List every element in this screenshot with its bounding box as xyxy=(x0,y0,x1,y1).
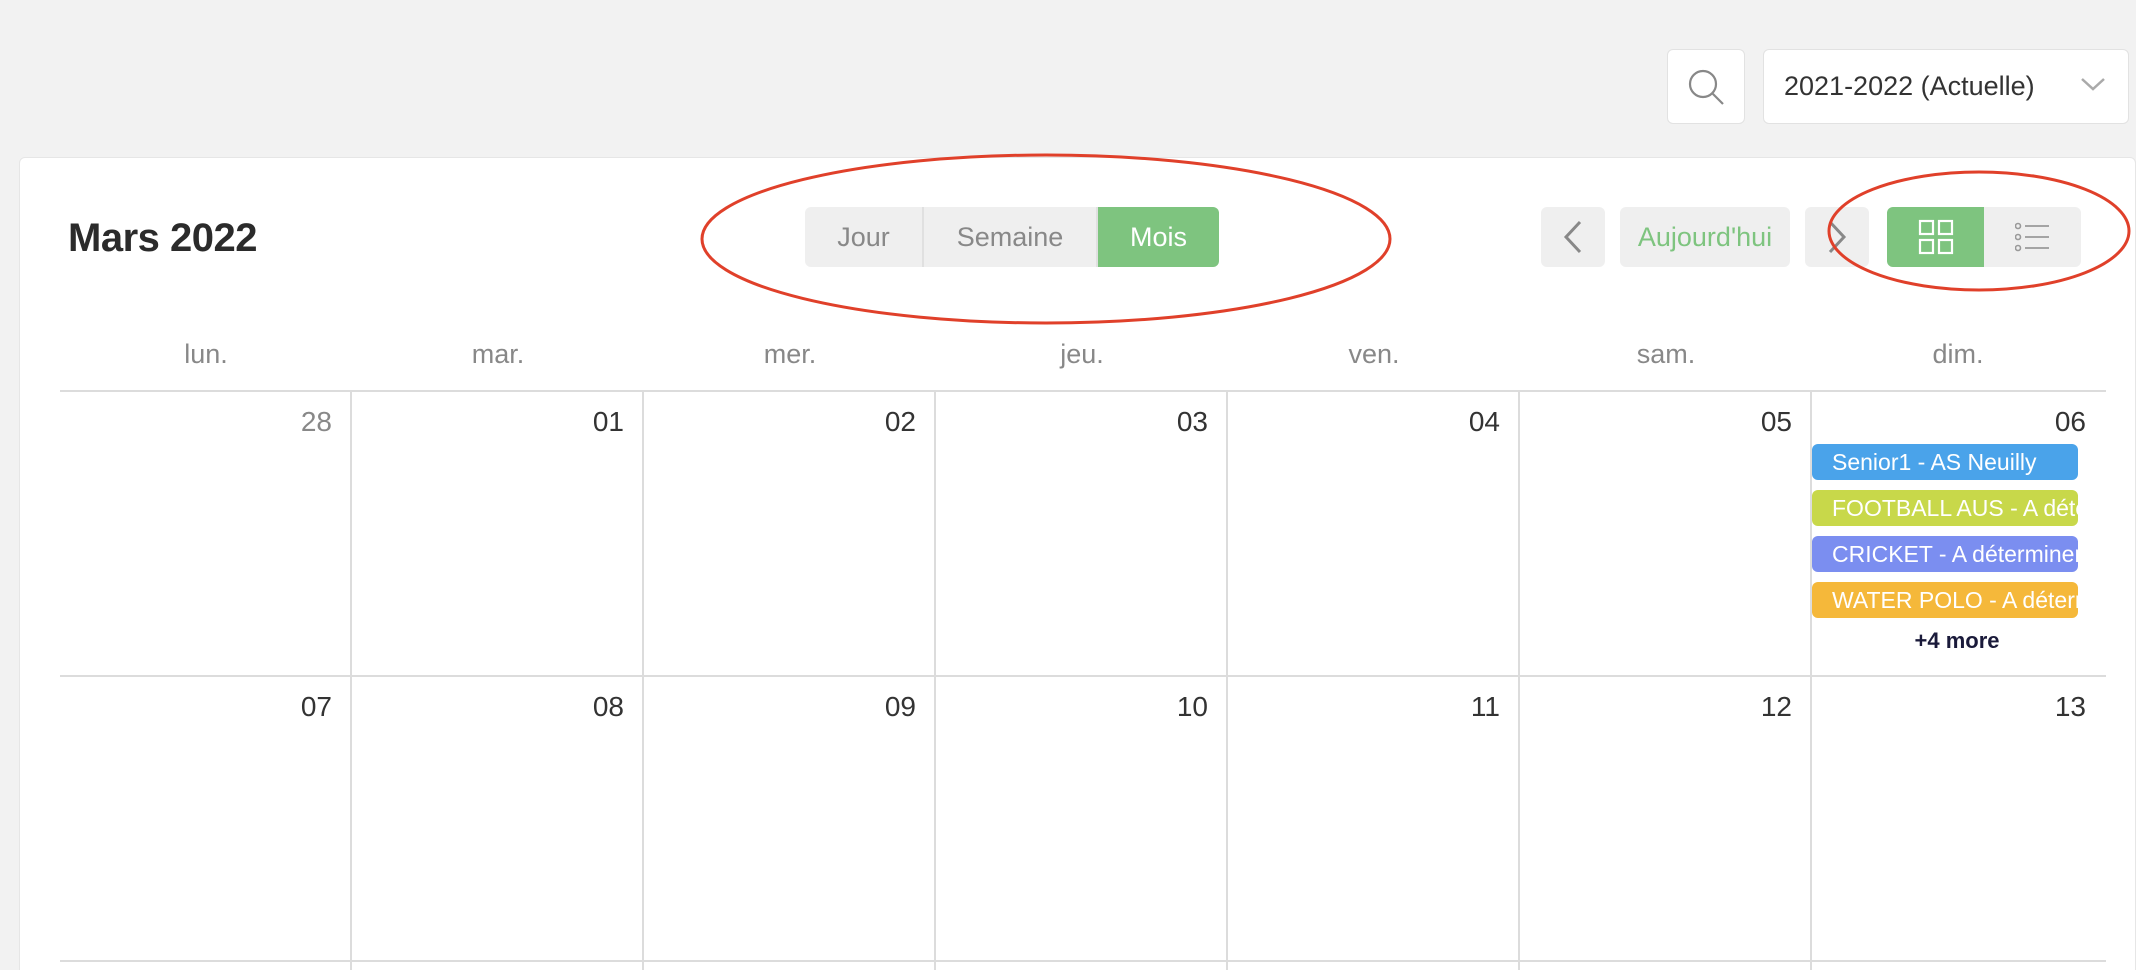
list-view-button[interactable] xyxy=(1984,207,2081,267)
day-number: 06 xyxy=(2054,406,2086,437)
month-grid: lun. mar. mer. jeu. ven. sam. dim. 28 01… xyxy=(60,318,2106,970)
day-number: 10 xyxy=(1176,691,1208,722)
day-cell[interactable]: 04 xyxy=(1228,392,1520,675)
search-icon xyxy=(1688,69,1724,105)
list-icon xyxy=(2014,222,2049,252)
day-cell[interactable] xyxy=(936,962,1228,970)
day-number: 03 xyxy=(1176,406,1208,437)
day-cell[interactable]: 07 xyxy=(60,677,352,960)
day-number: 11 xyxy=(1470,691,1500,722)
calendar-card: Mars 2022 Jour Semaine Mois Aujourd'hui xyxy=(19,153,2136,970)
event-item[interactable]: CRICKET - A déterminer xyxy=(1812,536,2078,572)
day-cell[interactable]: 08 xyxy=(352,677,644,960)
day-cell[interactable]: 11 xyxy=(1228,677,1520,960)
chevron-down-icon xyxy=(2081,78,2105,91)
day-cell[interactable]: 28 xyxy=(60,392,352,675)
week-row xyxy=(60,960,2106,970)
day-cell[interactable] xyxy=(1520,962,1812,970)
week-row: 07 08 09 10 11 12 13 xyxy=(60,675,2106,960)
calendar-title: Mars 2022 xyxy=(68,216,257,260)
day-number: 12 xyxy=(1760,691,1792,722)
day-number: 28 xyxy=(300,406,332,437)
day-number: 07 xyxy=(300,691,332,722)
day-number: 09 xyxy=(884,691,916,722)
grid-icon xyxy=(1918,219,1953,255)
day-cell[interactable]: 09 xyxy=(644,677,936,960)
day-cell[interactable] xyxy=(352,962,644,970)
week-row: 28 01 02 03 04 05 06 Senior1 - AS Neuill… xyxy=(60,390,2106,675)
view-day-button[interactable]: Jour xyxy=(805,207,922,267)
weekday-label: sam. xyxy=(1636,338,1696,369)
weekday-label: lun. xyxy=(184,338,228,369)
day-number: 08 xyxy=(592,691,624,722)
view-week-button[interactable]: Semaine xyxy=(922,207,1096,267)
event-item[interactable]: Senior1 - AS Neuilly xyxy=(1812,444,2078,480)
event-item[interactable]: FOOTBALL AUS - A déterminer xyxy=(1812,490,2078,526)
more-events-link[interactable]: +4 more xyxy=(1812,628,2102,654)
weekday-header: lun. mar. mer. jeu. ven. sam. dim. xyxy=(60,318,2106,390)
day-cell[interactable] xyxy=(1812,962,2104,970)
layout-switcher xyxy=(1887,207,2081,267)
day-cell[interactable] xyxy=(644,962,936,970)
chevron-right-icon xyxy=(1828,220,1847,254)
event-item[interactable]: WATER POLO - A déterminer xyxy=(1812,582,2078,618)
day-number: 04 xyxy=(1468,406,1500,437)
season-select-value: 2021-2022 (Actuelle) xyxy=(1784,71,2035,101)
view-switcher: Jour Semaine Mois xyxy=(805,207,1219,267)
day-cell[interactable]: 10 xyxy=(936,677,1228,960)
day-number: 01 xyxy=(592,406,624,437)
search-button[interactable] xyxy=(1667,49,1745,124)
event-list: Senior1 - AS Neuilly FOOTBALL AUS - A dé… xyxy=(1812,444,2078,654)
day-cell[interactable]: 02 xyxy=(644,392,936,675)
next-button[interactable] xyxy=(1805,207,1869,267)
weekday-label: mar. xyxy=(471,338,525,369)
weekday-label: jeu. xyxy=(1060,338,1104,369)
prev-button[interactable] xyxy=(1541,207,1605,267)
day-cell[interactable]: 06 Senior1 - AS Neuilly FOOTBALL AUS - A… xyxy=(1812,392,2104,675)
today-button[interactable]: Aujourd'hui xyxy=(1620,207,1790,267)
weekday-label: ven. xyxy=(1348,338,1400,369)
day-cell[interactable]: 12 xyxy=(1520,677,1812,960)
day-number: 13 xyxy=(2054,691,2086,722)
day-cell[interactable]: 03 xyxy=(936,392,1228,675)
day-number: 02 xyxy=(884,406,916,437)
day-number: 05 xyxy=(1760,406,1792,437)
day-cell[interactable]: 01 xyxy=(352,392,644,675)
chevron-left-icon xyxy=(1563,220,1582,254)
day-cell[interactable]: 05 xyxy=(1520,392,1812,675)
top-bar: 2021-2022 (Actuelle) xyxy=(0,49,2136,124)
day-cell[interactable]: 13 xyxy=(1812,677,2104,960)
day-cell[interactable] xyxy=(60,962,352,970)
day-cell[interactable] xyxy=(1228,962,1520,970)
season-select[interactable]: 2021-2022 (Actuelle) xyxy=(1763,49,2129,124)
view-month-button[interactable]: Mois xyxy=(1096,207,1219,267)
weekday-label: mer. xyxy=(763,338,817,369)
weekday-label: dim. xyxy=(1932,338,1984,369)
grid-view-button[interactable] xyxy=(1887,207,1984,267)
